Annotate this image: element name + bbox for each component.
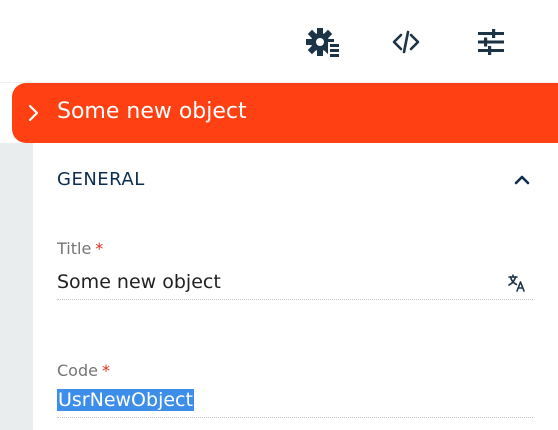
settings-button[interactable] — [303, 22, 343, 62]
translate-icon[interactable] — [507, 273, 527, 293]
code-input-value: UsrNewObject — [57, 389, 194, 411]
chevron-up-icon[interactable] — [511, 169, 533, 191]
code-label-text: Code — [57, 361, 98, 380]
code-field-label: Code * — [57, 361, 110, 380]
code-input[interactable]: UsrNewObject — [57, 387, 533, 418]
title-input[interactable]: Some new object — [57, 269, 533, 300]
title-input-value: Some new object — [57, 271, 221, 293]
left-gutter — [0, 143, 33, 430]
tune-sliders-icon — [478, 29, 504, 55]
code-icon — [392, 30, 420, 54]
section-title: GENERAL — [57, 169, 145, 190]
app-root: Some new object GENERAL Title * Some new … — [0, 0, 558, 430]
settings-gear-icon — [306, 28, 340, 57]
general-section-header[interactable]: GENERAL — [33, 161, 558, 197]
title-label-text: Title — [57, 239, 92, 258]
code-view-button[interactable] — [386, 22, 426, 62]
top-toolbar — [0, 0, 558, 83]
required-marker: * — [95, 239, 104, 258]
required-marker: * — [101, 361, 110, 380]
object-title: Some new object — [57, 99, 247, 124]
tune-button[interactable] — [471, 22, 511, 62]
chevron-right-icon[interactable] — [22, 102, 44, 124]
object-header[interactable]: Some new object — [12, 83, 558, 143]
title-field-label: Title * — [57, 239, 103, 258]
properties-panel: GENERAL Title * Some new object Code * U… — [33, 143, 558, 430]
